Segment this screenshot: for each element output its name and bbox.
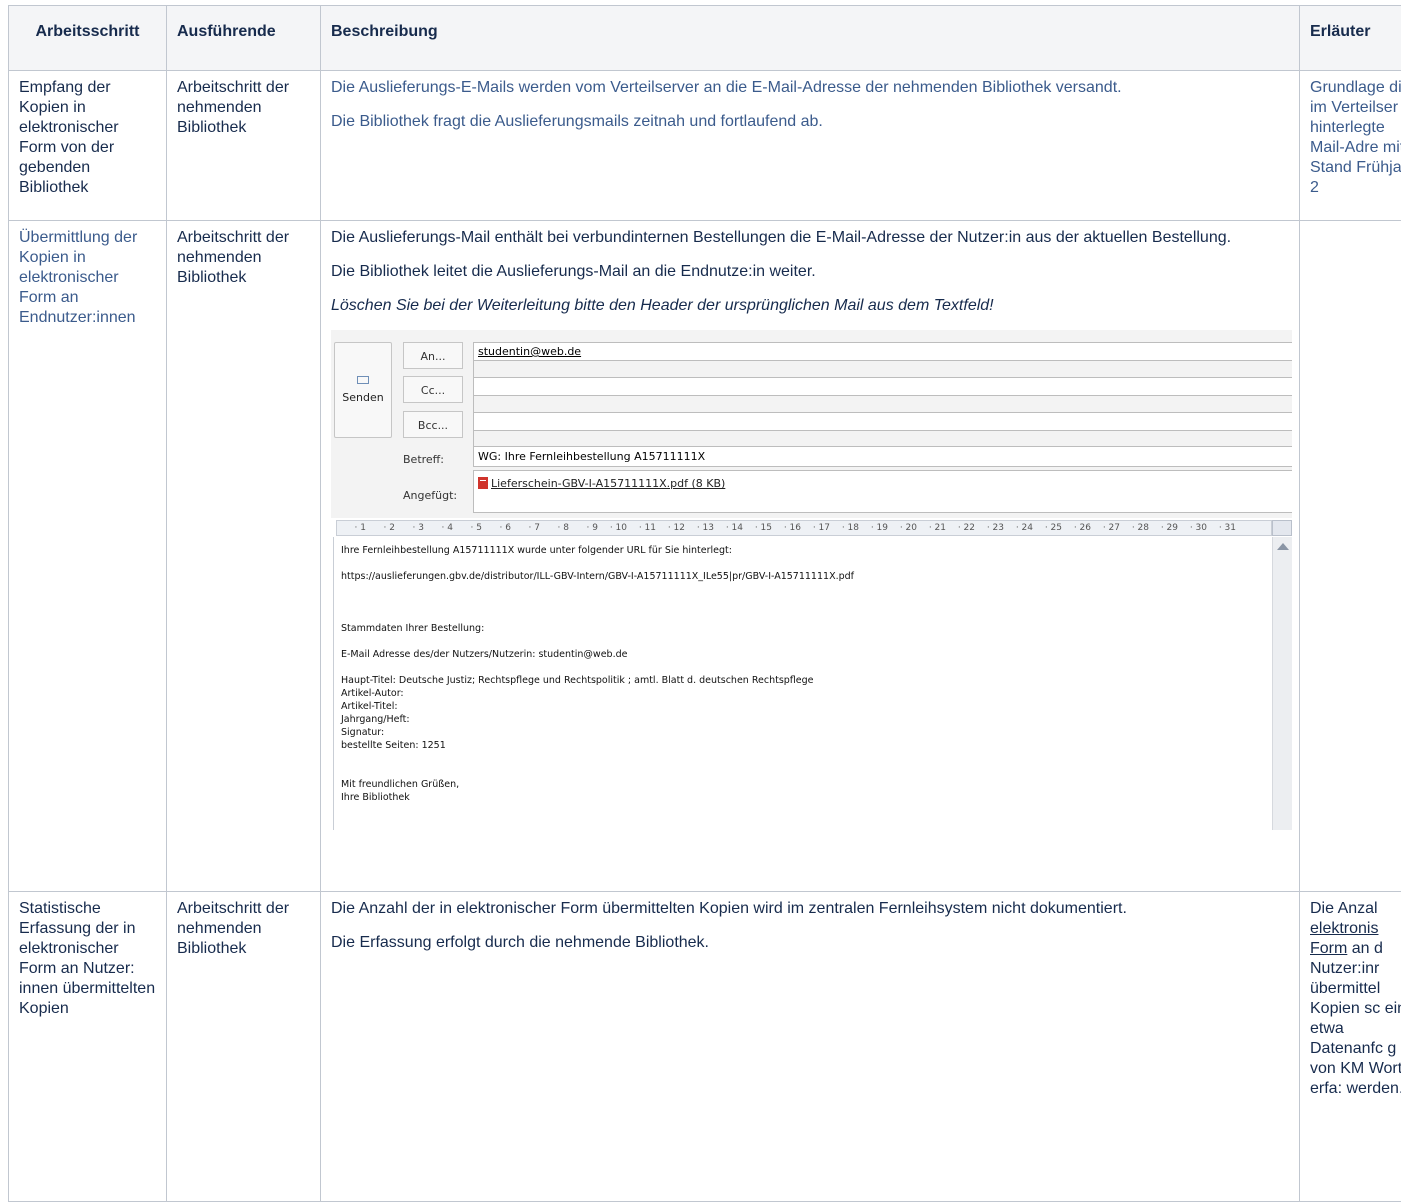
cc-button[interactable]: Cc... [403,376,463,403]
pdf-icon [478,477,488,489]
body-line: bestellte Seiten: 1251 [341,739,1261,752]
subject-field[interactable]: WG: Ihre Fernleihbestellung A15711111X [473,446,1292,467]
body-line: E-Mail Adresse des/der Nutzers/Nutzerin:… [341,648,1261,661]
ruler-tick: · 3 [395,521,424,535]
ruler-tick: · 25 [1033,521,1062,535]
subject-label: Betreff: [403,450,444,470]
ruler-tick: · 5 [453,521,482,535]
ruler-tick: · 14 [714,521,743,535]
step-cell: Statistische Erfassung der in elektronis… [9,892,167,1202]
step-cell: Übermittlung der Kopien in elektronische… [9,221,167,892]
ruler-tick: · 19 [859,521,888,535]
description-paragraph: Die Erfassung erfolgt durch die nehmende… [331,933,1289,953]
send-button[interactable]: Senden [334,342,392,438]
attachment-link[interactable]: Lieferschein-GBV-I-A15711111X.pdf (8 KB) [491,477,725,490]
description-cell: Die Auslieferungs-E-Mails werden vom Ver… [321,71,1300,221]
description-paragraph: Die Bibliothek fragt die Auslieferungsma… [331,112,1289,132]
ruler-tick: · 24 [1004,521,1033,535]
description-paragraph: Die Anzahl der in elektronischer Form üb… [331,899,1289,919]
actor-cell: Arbeitschritt der nehmenden Bibliothek [167,892,321,1202]
ruler-tick: · 30 [1178,521,1207,535]
ruler-tick: · 12 [656,521,685,535]
ruler-tick: · 22 [946,521,975,535]
body-line: Signatur: [341,726,1261,739]
ruler-tick: · 29 [1149,521,1178,535]
note-cell: Grundlage die im Verteilser hinterlegte … [1300,71,1401,221]
description-warning: Löschen Sie bei der Weiterleitung bitte … [331,296,1289,316]
col-header-ausfuehrende[interactable]: Ausführende [167,6,321,71]
to-button[interactable]: An... [403,342,463,369]
ruler-tick: · 9 [569,521,598,535]
to-field[interactable]: studentin@web.de [473,342,1292,361]
ruler-tick: · 16 [772,521,801,535]
note-text: an d Nutzer:inr übermittel Kopien sc ein… [1310,940,1401,1097]
table-row: Statistische Erfassung der in elektronis… [9,892,1401,1202]
ruler-tick: · 15 [743,521,772,535]
attached-label: Angefügt: [403,486,457,506]
send-envelope-icon [357,376,369,384]
description-cell: Die Auslieferungs-Mail enthält bei verbu… [321,221,1300,892]
bcc-button[interactable]: Bcc... [403,411,463,438]
ruler-tick: · 17 [801,521,830,535]
to-address[interactable]: studentin@web.de [478,345,581,358]
ruler-tick: · 21 [917,521,946,535]
step-cell: Empfang der Kopien in elektronischer For… [9,71,167,221]
actor-cell: Arbeitschritt der nehmenden Bibliothek [167,221,321,892]
body-line: Artikel-Autor: [341,687,1261,700]
email-body[interactable]: Ihre Fernleihbestellung A15711111X wurde… [341,544,1261,804]
body-line: Stammdaten Ihrer Bestellung: [341,622,1261,635]
attachment-field: Lieferschein-GBV-I-A15711111X.pdf (8 KB) [473,470,1292,513]
body-line: Artikel-Titel: [341,700,1261,713]
process-table: Arbeitsschritt Ausführende Beschreibung … [8,5,1401,1202]
ruler-tick: · 10 [598,521,627,535]
description-paragraph: Die Auslieferungs-E-Mails werden vom Ver… [331,78,1289,98]
ruler-tick: · 18 [830,521,859,535]
ruler-tick: · 4 [424,521,453,535]
ruler-tick: · 20 [888,521,917,535]
table-row: Empfang der Kopien in elektronischer For… [9,71,1401,221]
email-screenshot: Senden An... studentin@web.de Cc... Bcc.… [331,330,1292,830]
send-label: Senden [342,391,383,404]
cc-field[interactable] [473,377,1292,396]
to-field-separator [473,361,1292,378]
ruler-tick: · 28 [1120,521,1149,535]
ruler-tick: · 23 [975,521,1004,535]
ruler-tick: · 13 [685,521,714,535]
body-line: Ihre Fernleihbestellung A15711111X wurde… [341,544,1261,557]
bcc-field[interactable] [473,412,1292,431]
actor-cell: Arbeitschritt der nehmenden Bibliothek [167,71,321,221]
note-text: Die Anzal [1310,900,1378,917]
table-row: Übermittlung der Kopien in elektronische… [9,221,1401,892]
note-cell [1300,221,1401,892]
ruler-tick: · 11 [627,521,656,535]
body-line: Mit freundlichen Grüßen, [341,778,1261,791]
ruler-tick: · 8 [540,521,569,535]
body-line: Jahrgang/Heft: [341,713,1261,726]
note-cell: Die Anzal elektronis Form an d Nutzer:in… [1300,892,1401,1202]
body-url: https://auslieferungen.gbv.de/distributo… [341,570,1261,583]
ruler-tick: · 1 [337,521,366,535]
col-header-beschreibung[interactable]: Beschreibung [321,6,1300,71]
col-header-arbeitsschritt[interactable]: Arbeitsschritt [9,6,167,71]
ruler-tick: · 26 [1062,521,1091,535]
table-header-row: Arbeitsschritt Ausführende Beschreibung … [9,6,1401,71]
ruler-tick: · 2 [366,521,395,535]
body-line: Haupt-Titel: Deutsche Justiz; Rechtspfle… [341,674,1261,687]
ruler-toggle-button[interactable] [1272,520,1292,536]
cc-field-separator [473,396,1292,413]
body-left-border [333,537,334,830]
ruler-tick: · 6 [482,521,511,535]
vertical-scrollbar[interactable] [1272,537,1292,830]
body-line: Ihre Bibliothek [341,791,1261,804]
description-paragraph: Die Auslieferungs-Mail enthält bei verbu… [331,228,1289,248]
description-paragraph: Die Bibliothek leitet die Auslieferungs-… [331,262,1289,282]
ruler: · 1· 2· 3· 4· 5· 6· 7· 8· 9· 10· 11· 12·… [336,520,1272,536]
scroll-up-icon[interactable] [1277,543,1289,550]
description-cell: Die Anzahl der in elektronischer Form üb… [321,892,1300,1202]
ruler-tick: · 31 [1207,521,1236,535]
col-header-erlaeuterung[interactable]: Erläuter [1300,6,1401,71]
ruler-tick: · 27 [1091,521,1120,535]
ruler-tick: · 7 [511,521,540,535]
